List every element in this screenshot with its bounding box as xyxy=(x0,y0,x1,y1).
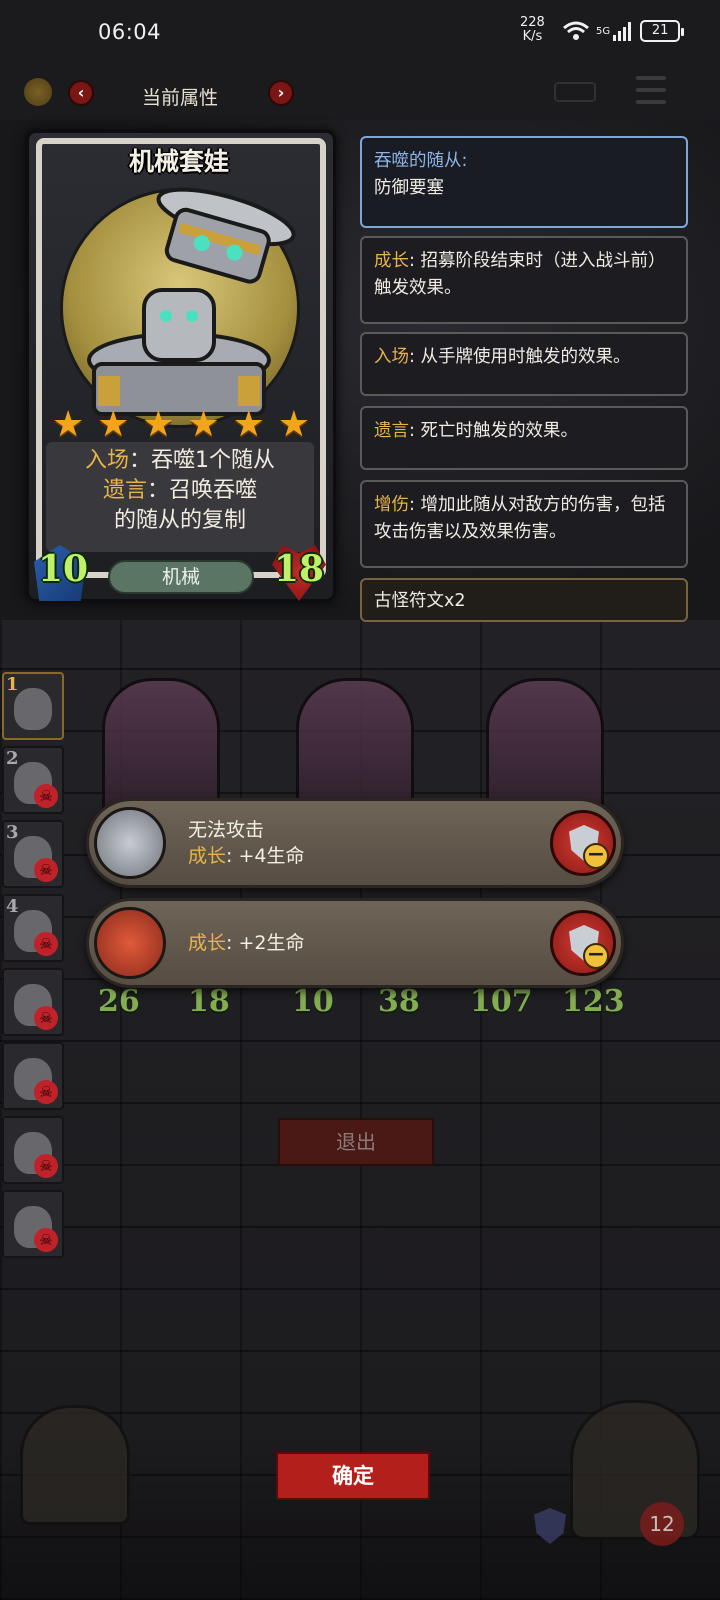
roster-slot-3[interactable]: 3 ☠ xyxy=(2,820,64,888)
status-time: 06:04 xyxy=(98,20,162,44)
minus-icon: − xyxy=(583,843,609,869)
roster-slot-2[interactable]: 2 ☠ xyxy=(2,746,64,814)
effect-row-1 xyxy=(86,798,624,888)
silver-coin-icon xyxy=(94,807,166,879)
battery-level: 21 xyxy=(651,23,669,38)
menu-icon[interactable] xyxy=(636,76,666,104)
skull-icon: ☠ xyxy=(34,784,58,808)
prev-arrow-button[interactable]: ‹ xyxy=(68,80,94,106)
skull-icon: ☠ xyxy=(34,858,58,882)
team-roster: 1 2 ☠ 3 ☠ 4 ☠ ☠ ☠ ☠ ☠ xyxy=(2,672,68,1264)
minion-portrait-icon xyxy=(14,688,52,730)
roster-slot-7[interactable]: ☠ xyxy=(2,1116,64,1184)
roster-slot-8[interactable]: ☠ xyxy=(2,1190,64,1258)
keyword-panel-devoured: 吞噬的随从: 防御要塞 xyxy=(360,136,688,228)
header-title: 当前属性 xyxy=(141,87,218,109)
star-rating: ★ ★ ★ ★ ★ ★ xyxy=(52,405,310,445)
effect-row-2 xyxy=(86,898,624,988)
board-minion-3-attack: 107 xyxy=(470,984,533,1019)
wifi-icon xyxy=(563,21,589,40)
remove-effect-2-button[interactable]: − xyxy=(550,910,616,976)
star-icon: ★ xyxy=(97,404,130,445)
skull-icon: ☠ xyxy=(34,1080,58,1104)
card-health: 18 xyxy=(274,548,325,590)
card-attack: 10 xyxy=(38,548,89,590)
roster-slot-6[interactable]: ☠ xyxy=(2,1042,64,1110)
card-text-line3: 的随从的复制 xyxy=(113,508,246,533)
confirm-button[interactable]: 确定 xyxy=(276,1452,430,1500)
hero-health: 12 xyxy=(640,1502,684,1546)
skull-icon: ☠ xyxy=(34,1228,58,1252)
board-minion-1-health: 18 xyxy=(188,984,230,1019)
skull-icon: ☠ xyxy=(34,1006,58,1030)
signal-icon xyxy=(613,22,632,41)
board-minion-1-attack: 26 xyxy=(98,984,140,1019)
keyword-panel-damage-boost: 增伤: 增加此随从对敌方的伤害，包括攻击伤害以及效果伤害。 xyxy=(360,480,688,568)
player-hero-portrait[interactable] xyxy=(20,1405,130,1525)
star-icon: ★ xyxy=(187,404,220,445)
skull-icon: ☠ xyxy=(34,932,58,956)
star-icon: ★ xyxy=(52,404,85,445)
net-speed-value: 228 xyxy=(520,15,545,30)
board-minion-3-health: 123 xyxy=(562,984,625,1019)
keyword-panel-rune: 古怪符文x2 xyxy=(360,578,688,622)
remove-effect-1-button[interactable]: − xyxy=(550,810,616,876)
card-description: 入场：吞噬1个随从 遗言：召唤吞噬 的随从的复制 xyxy=(46,442,314,552)
star-icon: ★ xyxy=(142,404,175,445)
net-speed: 228 K/s xyxy=(520,16,545,44)
network-type: 5G xyxy=(596,25,611,37)
board-minion-2-health: 38 xyxy=(378,984,420,1019)
roster-slot-4[interactable]: 4 ☠ xyxy=(2,894,64,962)
effect-1-text: 无法攻击 成长: +4生命 xyxy=(188,819,305,867)
skull-icon: ☠ xyxy=(34,1154,58,1178)
keyword-panel-growth: 成长: 招募阶段结束时（进入战斗前）触发效果。 xyxy=(360,236,688,324)
keyword-panel-deathrattle: 遗言: 死亡时触发的效果。 xyxy=(360,406,688,470)
net-speed-unit: K/s xyxy=(522,29,543,44)
keyword-panel-battlecry: 入场: 从手牌使用时触发的效果。 xyxy=(360,332,688,396)
board-minion-2-attack: 10 xyxy=(292,984,334,1019)
exit-button[interactable]: 退出 xyxy=(278,1118,434,1166)
red-rune-icon xyxy=(94,907,166,979)
card-text-line2: 遗言：召唤吞噬 xyxy=(102,478,258,503)
roster-slot-5[interactable]: ☠ xyxy=(2,968,64,1036)
minus-icon: − xyxy=(583,943,609,969)
battery-icon: 21 xyxy=(640,20,685,42)
star-icon: ★ xyxy=(277,404,310,445)
roster-slot-1[interactable]: 1 xyxy=(2,672,64,740)
star-icon: ★ xyxy=(232,404,265,445)
card-tribe: 机械 xyxy=(108,560,254,594)
effect-2-text: 成长: +2生命 xyxy=(188,932,305,954)
coin-icon xyxy=(24,78,52,106)
battery-indicator-icon xyxy=(554,82,596,102)
next-arrow-button[interactable]: › xyxy=(268,80,294,106)
card-text-line1: 入场：吞噬1个随从 xyxy=(84,448,275,473)
status-icons: 5G 21 xyxy=(562,20,685,42)
